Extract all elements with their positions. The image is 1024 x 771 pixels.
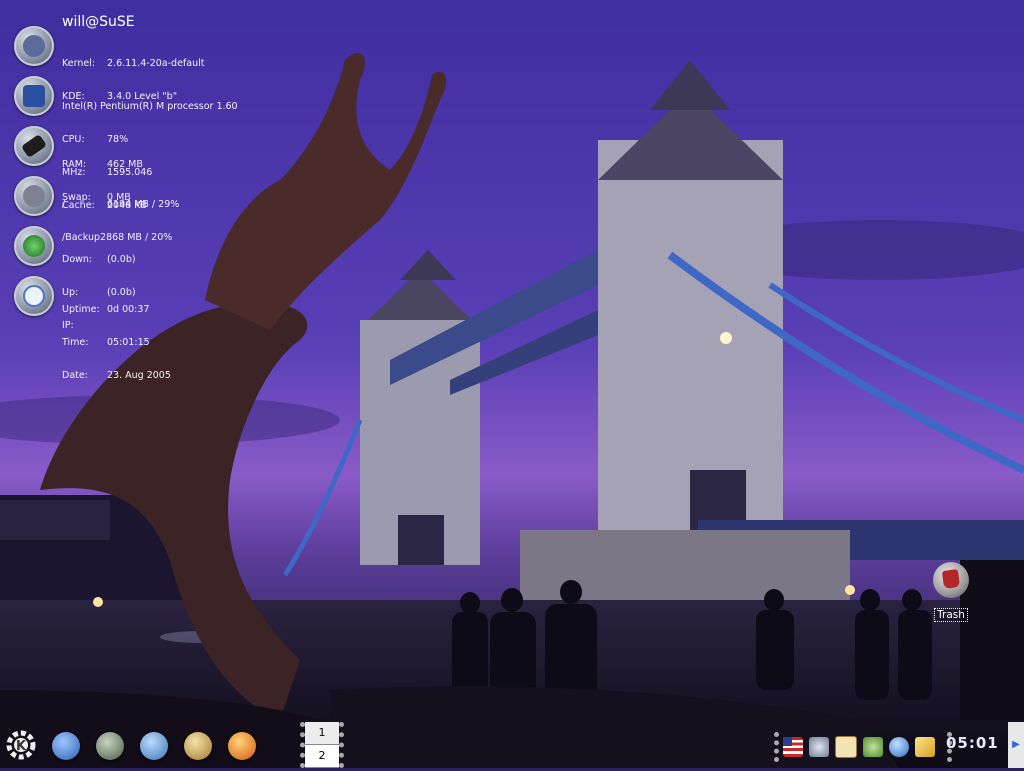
- home-globe-icon[interactable]: [52, 732, 80, 760]
- panel-hide-button[interactable]: ▶: [1008, 722, 1024, 768]
- kde-gear-icon: K: [6, 730, 36, 760]
- cpu-chip-icon: [14, 76, 54, 116]
- memory-module-icon: [14, 126, 54, 166]
- desktop-icon-trash[interactable]: Trash: [928, 562, 974, 622]
- hard-disk-icon: [14, 176, 54, 216]
- network-globe-icon: [14, 226, 54, 266]
- pager-desktop-2[interactable]: 2: [305, 745, 339, 768]
- download-key: Down:: [62, 254, 93, 265]
- panel-clock[interactable]: 05:01: [946, 734, 999, 752]
- klipper-icon[interactable]: [835, 736, 857, 758]
- kernel-value: 2.6.11.4-20a-default: [107, 58, 205, 69]
- cpu-model: Intel(R) Pentium(R) M processor 1.60: [62, 101, 238, 112]
- root-mount-value: 6194 MB / 29%: [107, 199, 180, 210]
- help-lifebuoy-icon[interactable]: [140, 732, 168, 760]
- ram-key: RAM:: [62, 159, 87, 170]
- uptime-key: Uptime:: [62, 304, 100, 315]
- desktop-pager: 1 2: [300, 722, 344, 768]
- uptime-value: 0d 00:37: [107, 304, 150, 315]
- suse-watcher-icon[interactable]: [889, 737, 909, 757]
- ram-value: 462 MB: [107, 159, 143, 170]
- svg-text:K: K: [16, 739, 27, 754]
- system-tray: [774, 732, 952, 762]
- file-manager-icon[interactable]: [184, 732, 212, 760]
- kernel-key: Kernel:: [62, 58, 96, 69]
- kicker-panel: K 1 2: [0, 722, 1024, 768]
- hostname-label: will@SuSE: [62, 14, 135, 30]
- us-flag-icon[interactable]: [783, 737, 803, 757]
- download-value: (0.0b): [107, 254, 136, 265]
- kmenu-button[interactable]: K: [4, 728, 38, 762]
- date-value: 23. Aug 2005: [107, 370, 171, 381]
- kmix-icon[interactable]: [863, 737, 883, 757]
- root-mount-key: /: [62, 199, 66, 210]
- date-key: Date:: [62, 370, 88, 381]
- kde-logo-icon: [14, 26, 54, 66]
- system-monitor-widget: will@SuSE Kernel: 2.6.11.4-20a-default KD…: [0, 0, 260, 381]
- clock-icon: [14, 276, 54, 316]
- terminal-icon[interactable]: [96, 732, 124, 760]
- kwallet-icon[interactable]: [915, 737, 935, 757]
- time-key: Time:: [62, 337, 89, 348]
- desktop-icon-label: Trash: [934, 608, 968, 622]
- network-icon[interactable]: [809, 737, 829, 757]
- trash-icon: [933, 562, 969, 598]
- time-value: 05:01:15: [107, 337, 150, 348]
- firefox-icon[interactable]: [228, 732, 256, 760]
- pager-desktop-1[interactable]: 1: [305, 722, 339, 745]
- time-info: Uptime: 0d 00:37 Time: 05:01:15 Date: 23. A…: [62, 282, 171, 403]
